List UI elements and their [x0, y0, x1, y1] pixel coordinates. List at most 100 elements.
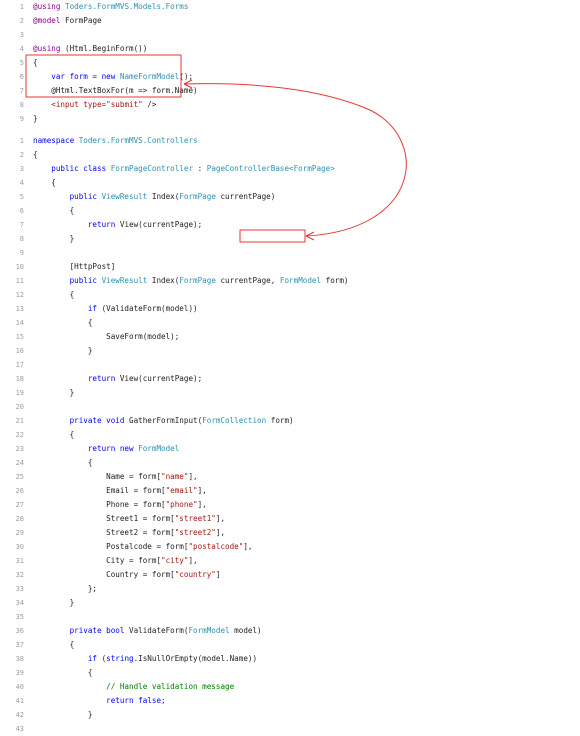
code-token: .IsNullOrEmpty(model.Name))	[133, 654, 258, 663]
code-token: NameFormModel	[119, 72, 180, 81]
code-text: {	[33, 666, 93, 680]
code-line: 8 <input type="submit" />	[0, 98, 580, 112]
code-token: Country = form[	[33, 570, 175, 579]
line-number: 8	[19, 101, 24, 109]
code-token: "email"	[165, 486, 198, 495]
code-token: FormModel	[279, 276, 326, 285]
line-number: 15	[15, 333, 24, 341]
line-number: 7	[19, 87, 24, 95]
code-token: FormCollection	[202, 416, 271, 425]
code-line: 30 Postalcode = form["postalcode"],	[0, 540, 580, 554]
code-text: return View(currentPage);	[33, 372, 202, 386]
line-number: 13	[15, 305, 24, 313]
code-line: 7 @Html.TextBoxFor(m => form.Name)	[0, 84, 580, 98]
line-number: 6	[19, 207, 24, 215]
code-token: "country"	[174, 570, 216, 579]
code-text: namespace Toders.FormMVS.Controllers	[33, 134, 198, 148]
code-line: 15 SaveForm(model);	[0, 330, 580, 344]
line-number: 5	[19, 59, 24, 67]
code-token: currentPage)	[220, 192, 276, 201]
code-text: var form = new NameFormModel();	[33, 70, 193, 84]
code-token: }	[33, 710, 93, 719]
code-token: PageControllerBase<FormPage>	[206, 164, 335, 173]
code-line: 40 // Handle validation message	[0, 680, 580, 694]
code-text: if (ValidateForm(model))	[33, 302, 198, 316]
code-line: 5 public ViewResult Index(FormPage curre…	[0, 190, 580, 204]
code-text: public ViewResult Index(FormPage current…	[33, 190, 276, 204]
code-text: @Html.TextBoxFor(m => form.Name)	[33, 84, 197, 98]
code-token: ],	[188, 556, 198, 565]
code-text: {	[33, 428, 75, 442]
code-line: 1 namespace Toders.FormMVS.Controllers	[0, 134, 580, 148]
code-line: 4 {	[0, 176, 580, 190]
line-number: 28	[15, 515, 24, 523]
code-token: FormPage	[179, 276, 221, 285]
code-token: return	[33, 220, 120, 229]
line-number: 7	[19, 221, 24, 229]
code-token: FormPageController	[110, 164, 194, 173]
code-text: return View(currentPage);	[33, 218, 202, 232]
code-token: "submit"	[106, 100, 143, 109]
code-line: 43	[0, 722, 580, 736]
code-line: 10 [HttpPost]	[0, 260, 580, 274]
code-text: SaveForm(model);	[33, 330, 179, 344]
code-token: string	[106, 654, 134, 663]
line-number: 23	[15, 445, 24, 453]
line-number: 25	[15, 473, 24, 481]
line-number: 9	[19, 249, 24, 257]
code-text: @using Toders.FormMVS.Models.Forms	[33, 0, 188, 14]
line-number: 43	[15, 725, 24, 733]
code-token: ],	[215, 514, 226, 523]
code-token: public class	[33, 164, 111, 173]
code-token: ViewResult	[101, 192, 152, 201]
code-token: {	[33, 206, 75, 215]
code-line: 6 {	[0, 204, 580, 218]
line-number: 10	[15, 263, 24, 271]
line-number: 2	[19, 17, 24, 25]
code-token: {	[33, 668, 93, 677]
line-number: 36	[15, 627, 24, 635]
code-line: 12 {	[0, 288, 580, 302]
code-text: Name = form["name"],	[33, 470, 197, 484]
code-text: }	[33, 344, 93, 358]
code-token: :	[193, 164, 207, 173]
code-token: }	[33, 388, 75, 397]
code-token: GatherFormInput(	[129, 416, 203, 425]
code-token: SaveForm(model);	[33, 332, 180, 341]
line-number: 35	[15, 613, 24, 621]
code-token: private void	[33, 416, 130, 425]
code-token: Email = form[	[33, 486, 166, 495]
code-line: 26 Email = form["email"],	[0, 484, 580, 498]
code-token: return new	[33, 444, 139, 453]
code-line: 4 @using (Html.BeginForm())	[0, 42, 580, 56]
code-token: }	[33, 598, 75, 607]
code-text: };	[33, 582, 97, 596]
line-number: 24	[15, 459, 24, 467]
code-token: Toders.FormMVS.Models.Forms	[65, 2, 189, 11]
line-number: 34	[15, 599, 24, 607]
code-text: {	[33, 204, 75, 218]
code-token: public	[33, 276, 102, 285]
code-line: 33 };	[0, 582, 580, 596]
code-token: "street2"	[174, 528, 216, 537]
line-number: 9	[19, 115, 24, 123]
code-line: 17	[0, 358, 580, 372]
code-text: }	[33, 596, 75, 610]
code-token: {	[33, 430, 75, 439]
line-number: 38	[15, 655, 24, 663]
line-number: 17	[15, 361, 24, 369]
code-text: Postalcode = form["postalcode"],	[33, 540, 252, 554]
code-token: "name"	[161, 472, 189, 481]
code-text: Phone = form["phone"],	[33, 498, 207, 512]
code-text: {	[33, 56, 38, 70]
line-number: 21	[15, 417, 24, 425]
code-text: private void GatherFormInput(FormCollect…	[33, 414, 294, 428]
code-text: return false;	[33, 694, 165, 708]
code-text: }	[33, 386, 75, 400]
code-token: Street1 = form[	[33, 514, 175, 523]
code-token: ValidateForm(	[129, 626, 189, 635]
line-number: 26	[15, 487, 24, 495]
code-token: model)	[234, 626, 262, 635]
code-line: 13 if (ValidateForm(model))	[0, 302, 580, 316]
line-number: 4	[19, 45, 24, 53]
